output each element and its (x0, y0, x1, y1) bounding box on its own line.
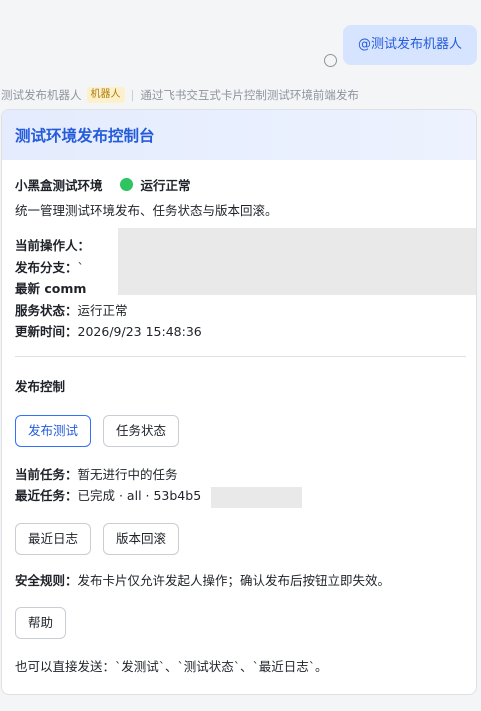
control-section-title: 发布控制 (15, 378, 66, 394)
safety-rule: 安全规则：发布卡片仅允许发起人操作；确认发布后按钮立即失效。 (15, 572, 391, 588)
user-message-bubble[interactable]: @测试发布机器人 (342, 25, 477, 65)
publish-test-button[interactable]: 发布测试 (15, 414, 92, 447)
info-updated-time: 更新时间：2026/9/23 15:48:36 (15, 324, 202, 339)
env-status: 运行正常 (140, 178, 191, 193)
env-name: 小黑盒测试环境 (15, 178, 103, 193)
sender-summary: 通过飞书交互式卡片控制测试环境前端发布 (140, 88, 359, 102)
bot-badge: 机器人 (86, 87, 125, 103)
env-line: 小黑盒测试环境 运行正常 (15, 175, 463, 194)
card-title: 测试环境发布控制台 (15, 127, 155, 145)
interactive-card: 测试环境发布控制台 小黑盒测试环境 运行正常 统一管理测试环境发布、任务状态与版… (1, 109, 477, 695)
redacted-region (118, 228, 476, 295)
task-block: 当前任务：暂无进行中的任务 最近任务：已完成 · all · 53b4b5 (15, 464, 463, 508)
user-message-row: @测试发布机器人 (323, 25, 477, 67)
sender-line: 测试发布机器人 机器人 | 通过飞书交互式卡片控制测试环境前端发布 (1, 87, 481, 103)
sender-name[interactable]: 测试发布机器人 (1, 87, 82, 103)
card-header: 测试环境发布控制台 (2, 110, 476, 160)
help-button-row: 帮助 (15, 607, 463, 639)
card-body: 小黑盒测试环境 运行正常 统一管理测试环境发布、任务状态与版本回滚。 当前操作人… (2, 175, 476, 675)
help-button[interactable]: 帮助 (15, 607, 67, 639)
secondary-button-row: 最近日志 版本回滚 (15, 522, 463, 555)
card-description: 统一管理测试环境发布、任务状态与版本回滚。 (15, 203, 278, 218)
sender-separator: | (130, 88, 135, 102)
recent-log-button[interactable]: 最近日志 (15, 522, 92, 555)
rollback-button[interactable]: 版本回滚 (103, 522, 180, 555)
primary-button-row: 发布测试 任务状态 (15, 414, 463, 447)
footer-hint: 也可以直接发送：`发测试`、`测试状态`、`最近日志`。 (15, 659, 328, 674)
info-service-status: 服务状态：运行正常 (15, 302, 128, 318)
status-dot-icon (119, 178, 133, 191)
task-status-button[interactable]: 任务状态 (103, 414, 180, 447)
redacted-commit (211, 486, 302, 508)
info-block: 当前操作人： 发布分支：` 最新 comm 服务状态：运行正常 更新时间：202… (15, 228, 476, 343)
read-status-icon (323, 54, 337, 67)
divider (15, 355, 466, 357)
current-task: 当前任务：暂无进行中的任务 (15, 466, 178, 482)
